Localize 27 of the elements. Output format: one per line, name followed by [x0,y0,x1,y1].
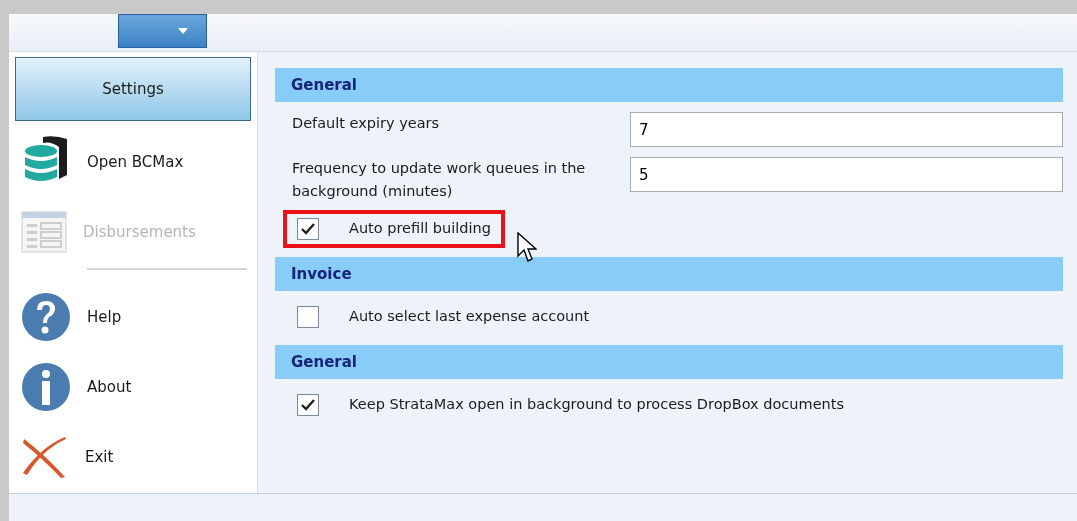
section-header: General [275,345,1063,379]
cursor-icon [517,232,537,264]
sidebar-item[interactable]: About [15,352,251,422]
checkbox[interactable] [297,306,319,328]
input-field[interactable]: 7 [630,112,1063,147]
field-label: Frequency to update work queues in the background (minutes) [292,159,587,201]
section-header: General [275,68,1063,102]
sidebar-item[interactable]: Help [15,282,251,352]
checkbox-label: Keep StrataMax open in background to process DropBox documents [349,395,844,415]
menu-button[interactable] [118,14,207,48]
caret-icon [178,28,188,34]
check-icon [300,222,316,236]
checkbox[interactable] [297,394,319,416]
sidebar-item[interactable]: Open BCMax [15,127,251,197]
sidebar-item[interactable]: Exit [15,422,251,492]
field-label: Default expiry years [292,114,441,133]
section-header: Invoice [275,257,1063,291]
checkbox-label: Auto select last expense account [349,307,590,327]
input-field[interactable]: 5 [630,157,1063,192]
checkbox[interactable] [297,218,319,240]
checkbox-label: Auto prefill building [349,219,491,239]
settings-button[interactable]: Settings [15,57,251,121]
table-icon [21,211,67,253]
close-icon [21,435,69,479]
help-icon [21,292,71,342]
check-icon [300,398,316,412]
info-icon [21,362,71,412]
